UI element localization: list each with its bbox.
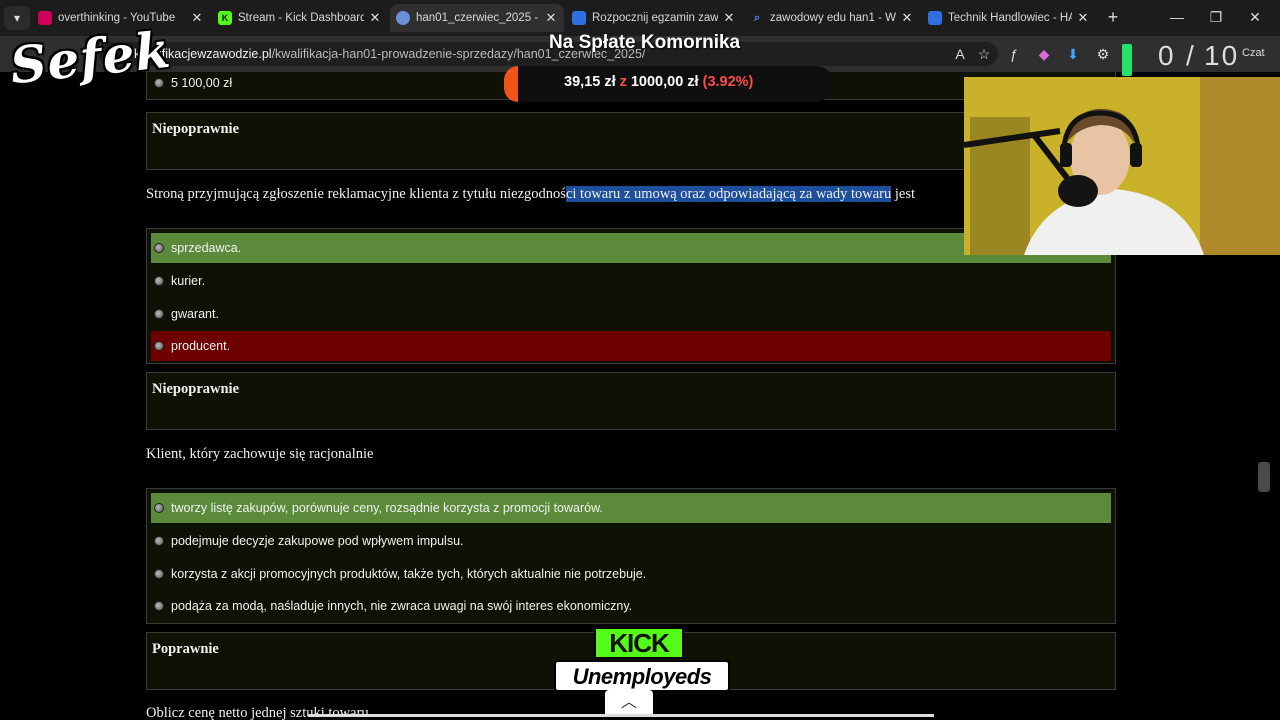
close-icon[interactable]: ✕ <box>190 10 204 26</box>
question-text: Klient, który zachowuje się racjonalnie <box>146 446 374 462</box>
radio-icon[interactable] <box>154 276 164 286</box>
tab-kick-dashboard[interactable]: K Stream - Kick Dashboard ✕ <box>212 4 388 32</box>
answers-card: tworzy listę zakupów, porównuje ceny, ro… <box>146 488 1116 624</box>
answer-option[interactable]: podejmuje decyzje zakupowe pod wpływem i… <box>151 526 1111 556</box>
search-icon: ⌕ <box>753 11 761 24</box>
feedback-label: Niepoprawnie <box>152 381 239 397</box>
webcam-feed <box>964 77 1280 255</box>
headphone-cup-right <box>1130 143 1142 167</box>
address-bar[interactable]: kwalifikacjewzawodzie.pl/kwalifikacja-ha… <box>98 42 998 66</box>
chevron-up-icon[interactable]: ︿ <box>605 690 653 716</box>
donation-goal-amount: 39,15 zł z 1000,00 zł (3.92%) <box>564 74 754 90</box>
answer-option-wrong-selected[interactable]: producent. <box>151 331 1111 361</box>
radio-icon[interactable] <box>154 601 164 611</box>
selected-text-highlight: ci towaru z umową oraz odpowiadającą za … <box>565 186 892 202</box>
microphone <box>1058 175 1098 207</box>
radio-icon[interactable] <box>154 569 164 579</box>
answer-option-correct[interactable]: tworzy listę zakupów, porównuje ceny, ro… <box>151 493 1111 523</box>
answer-option[interactable]: podąża za modą, naśladuje innych, nie zw… <box>151 591 1111 621</box>
extension-icon[interactable]: ◆ <box>1034 44 1054 64</box>
chat-label[interactable]: Czat <box>1242 47 1265 59</box>
page-scrollbar-thumb[interactable] <box>1258 462 1270 492</box>
close-icon[interactable]: ✕ <box>544 10 558 26</box>
feedback-label: Niepoprawnie <box>152 121 239 137</box>
radio-icon[interactable] <box>154 503 164 513</box>
door <box>1200 77 1280 255</box>
close-icon[interactable]: ✕ <box>368 10 382 26</box>
close-window-button[interactable]: ✕ <box>1242 6 1268 28</box>
answer-option[interactable]: gwarant. <box>151 299 1111 329</box>
download-icon[interactable]: ⬇ <box>1063 44 1083 64</box>
radio-icon[interactable] <box>154 536 164 546</box>
youtube-icon <box>38 11 52 25</box>
font-icon[interactable]: ƒ <box>1004 44 1024 64</box>
exam-icon <box>928 11 942 25</box>
channel-tagline: Unemployeds <box>554 660 730 692</box>
answer-option[interactable]: kurier. <box>151 266 1111 296</box>
headphone-cup-left <box>1060 143 1072 167</box>
radio-icon[interactable] <box>154 341 164 351</box>
favorite-star-icon[interactable]: ☆ <box>974 44 994 64</box>
feedback-label: Poprawnie <box>152 641 219 657</box>
webcam-scene <box>964 77 1280 255</box>
answer-option[interactable]: korzysta z akcji promocyjnych produktów,… <box>151 559 1111 589</box>
read-aloud-icon[interactable]: A <box>950 44 970 64</box>
tab-search-icon[interactable]: ▾ <box>4 6 30 30</box>
tab-technik-handlowiec[interactable]: Technik Handlowiec - HAN.01 ✕ <box>922 4 1096 32</box>
horizontal-scrollbar[interactable] <box>308 714 934 717</box>
tab-exam-start[interactable]: Rozpocznij egzamin zawodow ✕ <box>566 4 742 32</box>
kick-logo: KICK <box>594 627 684 659</box>
radio-icon[interactable] <box>154 243 164 253</box>
exam-icon <box>572 11 586 25</box>
maximize-button[interactable]: ❐ <box>1203 6 1229 28</box>
minimize-button[interactable]: — <box>1164 6 1190 28</box>
settings-gear-icon[interactable]: ⚙ <box>1093 44 1113 64</box>
close-icon[interactable]: ✕ <box>722 10 736 26</box>
live-indicator-bar <box>1122 44 1132 76</box>
donation-goal-progress-fill <box>504 66 518 102</box>
new-tab-button[interactable]: + <box>1102 6 1124 28</box>
tab-han01-active[interactable]: han01_czerwiec_2025 - kwalifi ✕ <box>390 4 564 32</box>
donation-goal-title: Na Spłate Komornika <box>549 32 741 53</box>
tab-search[interactable]: ⌕ zawodowy edu han1 - Wyszuk ✕ <box>744 4 920 32</box>
question-text: Stroną przyjmującą zgłoszenie reklamacyj… <box>146 186 916 202</box>
feedback-box: Niepoprawnie <box>146 372 1116 430</box>
question-text-partial: Oblicz cenę netto jednej sztuki towaru <box>146 705 369 720</box>
close-icon[interactable]: ✕ <box>900 10 914 26</box>
globe-icon <box>396 11 410 25</box>
radio-icon[interactable] <box>154 309 164 319</box>
kick-icon: K <box>218 11 232 25</box>
close-icon[interactable]: ✕ <box>1076 10 1090 26</box>
tab-strip: ▾ overthinking - YouTube ✕ K Stream - Ki… <box>0 0 1280 36</box>
